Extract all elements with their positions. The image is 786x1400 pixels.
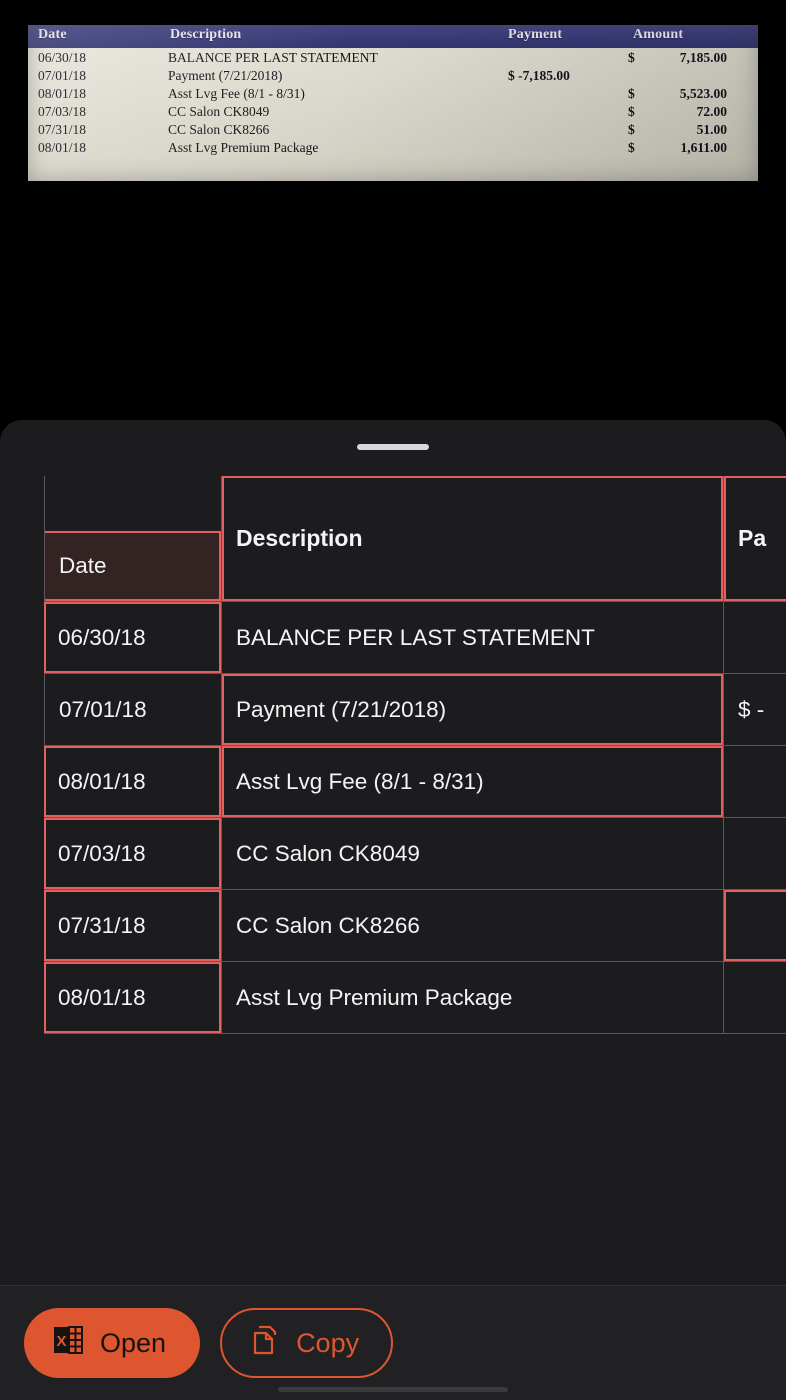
receipt-cell-date: 08/01/18	[38, 140, 87, 155]
header-label-description: Description	[236, 525, 363, 551]
cell-text: CC Salon CK8266	[236, 912, 420, 938]
receipt-photo: Date Description Payment Amount 06/30/18…	[28, 25, 758, 181]
table-header-row: Date Description Pa	[44, 476, 786, 602]
cell-text: BALANCE PER LAST STATEMENT	[236, 624, 595, 650]
cell-text: Payment (7/21/2018)	[236, 696, 447, 722]
cell-text: 07/03/18	[58, 840, 146, 866]
cell-description[interactable]: Asst Lvg Fee (8/1 - 8/31)	[222, 746, 724, 818]
cell-date[interactable]: 07/01/18	[44, 674, 222, 746]
open-button-label: Open	[100, 1327, 167, 1358]
excel-file-icon: X	[50, 1322, 86, 1365]
copy-button-label: Copy	[296, 1327, 360, 1358]
cell-date[interactable]: 07/03/18	[44, 818, 222, 890]
receipt-row: 07/01/18 Payment (7/21/2018) $ -7,185.00	[28, 68, 758, 86]
cell-description[interactable]: Payment (7/21/2018)	[222, 674, 724, 746]
cell-date[interactable]: 07/31/18	[44, 890, 222, 962]
cell-payment[interactable]	[724, 962, 786, 1034]
receipt-row: 08/01/18 Asst Lvg Premium Package $ 1,61…	[28, 140, 758, 158]
table-row: 07/31/18 CC Salon CK8266	[44, 890, 786, 962]
copy-button[interactable]: Copy	[220, 1308, 394, 1378]
receipt-header-description: Description	[170, 27, 242, 42]
action-toolbar: X Open Copy	[0, 1285, 786, 1400]
header-cell-date[interactable]: Date	[44, 476, 222, 602]
screen: Date Description Payment Amount 06/30/18…	[0, 0, 786, 1400]
receipt-cell-amount: 72.00	[696, 104, 727, 119]
cell-date[interactable]: 08/01/18	[44, 746, 222, 818]
cell-description[interactable]: BALANCE PER LAST STATEMENT	[222, 602, 724, 674]
cell-text: $ -	[738, 696, 765, 722]
header-label-date: Date	[59, 553, 107, 578]
cell-text: 07/01/18	[59, 696, 147, 722]
receipt-cell-description: Payment (7/21/2018)	[168, 68, 283, 83]
receipt-cell-description: Asst Lvg Premium Package	[168, 140, 319, 155]
header-cell-payment[interactable]: Pa	[724, 476, 786, 602]
table-row: 08/01/18 Asst Lvg Fee (8/1 - 8/31)	[44, 746, 786, 818]
cell-text: 08/01/18	[58, 768, 146, 794]
copy-pages-icon	[248, 1323, 282, 1364]
cell-date[interactable]: 06/30/18	[44, 602, 222, 674]
cell-text: 07/31/18	[58, 912, 146, 938]
cell-payment[interactable]	[724, 746, 786, 818]
receipt-header-date: Date	[38, 27, 67, 42]
receipt-cell-description: CC Salon CK8266	[168, 122, 270, 137]
receipt-cell-amount: 51.00	[696, 122, 727, 137]
cell-text: CC Salon CK8049	[236, 840, 420, 866]
header-cell-description[interactable]: Description	[222, 476, 724, 602]
table-row: 08/01/18 Asst Lvg Premium Package	[44, 962, 786, 1034]
table-row: 06/30/18 BALANCE PER LAST STATEMENT	[44, 602, 786, 674]
cell-text: Asst Lvg Fee (8/1 - 8/31)	[236, 768, 484, 794]
receipt-row: 07/03/18 CC Salon CK8049 $ 72.00	[28, 104, 758, 122]
receipt-row: 07/31/18 CC Salon CK8266 $ 51.00	[28, 122, 758, 140]
receipt-cell-description: Asst Lvg Fee (8/1 - 8/31)	[168, 86, 305, 101]
receipt-row: 08/01/18 Asst Lvg Fee (8/1 - 8/31) $ 5,5…	[28, 86, 758, 104]
receipt-cell-date: 07/03/18	[38, 104, 87, 119]
table-row: 07/03/18 CC Salon CK8049	[44, 818, 786, 890]
receipt-header-payment: Payment	[508, 27, 563, 42]
cell-date[interactable]: 08/01/18	[44, 962, 222, 1034]
receipt-cell-amount: 5,523.00	[679, 86, 727, 101]
receipt-cell-currency: $	[628, 104, 635, 119]
receipt-header-amount: Amount	[633, 27, 684, 42]
cell-description[interactable]: CC Salon CK8266	[222, 890, 724, 962]
svg-text:X: X	[56, 1333, 66, 1350]
recognized-table[interactable]: Date Description Pa 06/30/18 BALANCE PER…	[44, 476, 786, 1054]
cell-payment[interactable]	[724, 602, 786, 674]
cell-text: 08/01/18	[58, 984, 146, 1010]
home-indicator	[278, 1387, 508, 1392]
cell-description[interactable]: CC Salon CK8049	[222, 818, 724, 890]
cell-payment[interactable]: $ -	[724, 674, 786, 746]
receipt-header-row: Date Description Payment Amount	[28, 25, 758, 48]
receipt-cell-date: 08/01/18	[38, 86, 87, 101]
receipt-cell-date: 06/30/18	[38, 50, 87, 65]
cell-text: 06/30/18	[58, 624, 146, 650]
header-label-payment: Pa	[738, 525, 767, 551]
bottom-sheet: Date Description Pa 06/30/18 BALANCE PER…	[0, 420, 786, 1400]
receipt-cell-currency: $	[628, 50, 635, 65]
cell-payment[interactable]	[724, 818, 786, 890]
receipt-cell-amount: 1,611.00	[680, 140, 727, 155]
receipt-cell-currency: $	[628, 86, 635, 101]
receipt-cell-date: 07/01/18	[38, 68, 87, 83]
drag-handle-icon[interactable]	[357, 444, 429, 450]
receipt-row: 06/30/18 BALANCE PER LAST STATEMENT $ 7,…	[28, 50, 758, 68]
receipt-cell-amount: 7,185.00	[679, 50, 727, 65]
open-button[interactable]: X Open	[24, 1308, 201, 1378]
receipt-cell-currency: $	[628, 140, 635, 155]
receipt-cell-description: BALANCE PER LAST STATEMENT	[168, 50, 378, 65]
table-row: 07/01/18 Payment (7/21/2018) $ -	[44, 674, 786, 746]
receipt-cell-payment: $ -7,185.00	[508, 68, 570, 83]
receipt-cell-description: CC Salon CK8049	[168, 104, 270, 119]
cell-description[interactable]: Asst Lvg Premium Package	[222, 962, 724, 1034]
receipt-body: 06/30/18 BALANCE PER LAST STATEMENT $ 7,…	[28, 48, 758, 158]
receipt-cell-date: 07/31/18	[38, 122, 87, 137]
cell-payment[interactable]	[724, 890, 786, 962]
cell-text: Asst Lvg Premium Package	[236, 984, 513, 1010]
receipt-cell-currency: $	[628, 122, 635, 137]
